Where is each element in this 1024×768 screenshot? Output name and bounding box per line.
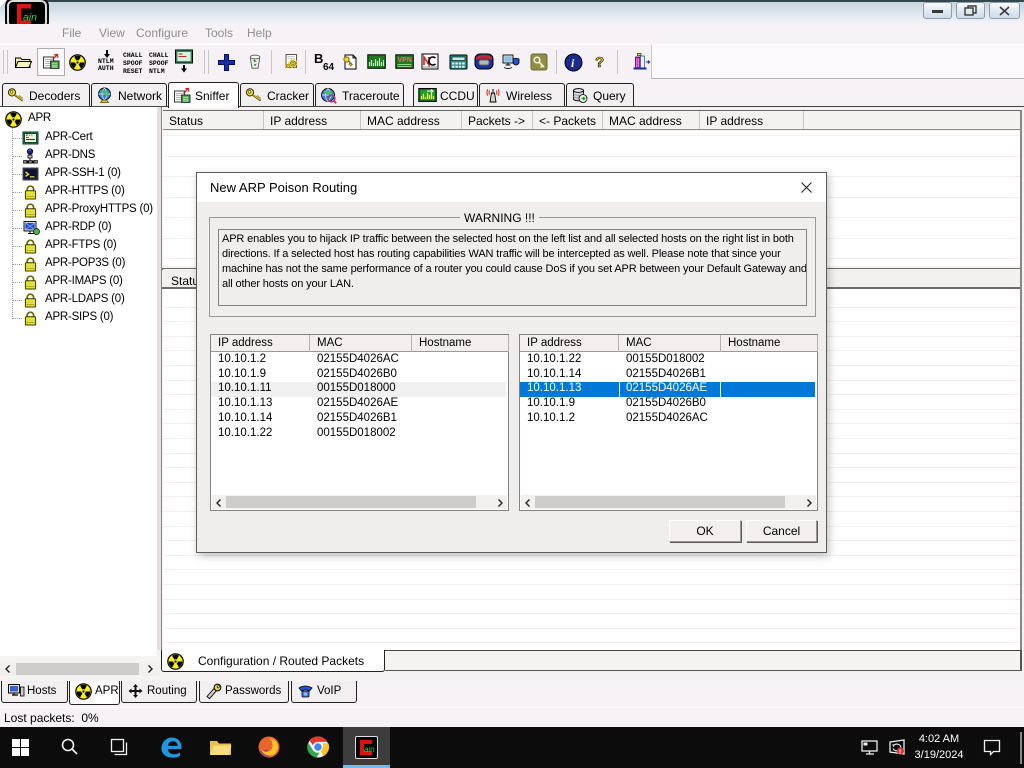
svg-text:AUTH: AUTH: [98, 65, 114, 71]
svg-text:NTLM: NTLM: [149, 68, 165, 74]
svg-text:SPOOF: SPOOF: [123, 60, 143, 67]
svg-text:!: !: [899, 749, 901, 756]
svg-text:64: 64: [323, 62, 335, 71]
svg-text:VPN: VPN: [398, 57, 412, 64]
svg-text:?: ?: [595, 54, 604, 71]
svg-text:ain: ain: [23, 12, 37, 24]
svg-text:CHALL: CHALL: [149, 52, 169, 59]
svg-text:CHALL: CHALL: [123, 52, 143, 59]
svg-text:NTLM: NTLM: [98, 58, 114, 65]
svg-text:B: B: [314, 52, 323, 66]
svg-text:RESET: RESET: [123, 68, 143, 74]
svg-text:ain: ain: [364, 745, 375, 754]
svg-text:SPOOF: SPOOF: [149, 60, 169, 67]
